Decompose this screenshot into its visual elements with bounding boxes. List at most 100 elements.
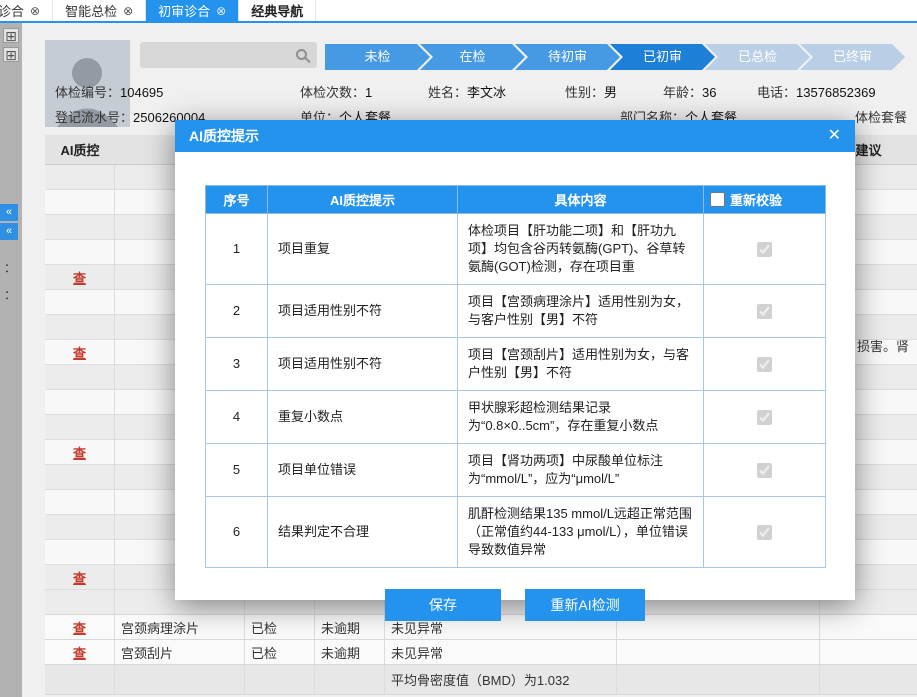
- ai-qc-table: 序号 AI质控提示 具体内容 重新校验 1 项目重复 体检项目【肝功能二项】和【…: [205, 185, 826, 568]
- tab-bar: 诊合 ⊗ 智能总检 ⊗ 初审诊合 ⊗ 经典导航: [0, 0, 917, 23]
- ai-qc-view-icon[interactable]: 查: [73, 568, 86, 587]
- clipped-label-colon: ：: [4, 261, 17, 275]
- exam-number: 104695: [120, 85, 164, 100]
- recheck-checkbox[interactable]: [757, 410, 772, 426]
- tab-label: 诊合: [0, 4, 25, 19]
- ai-qc-cell: [45, 165, 115, 189]
- qc-row: 1 项目重复 体检项目【肝功能二项】和【肝功九项】均包含谷丙转氨酶(GPT)、谷…: [205, 213, 826, 285]
- ai-qc-view-icon[interactable]: 查: [73, 343, 86, 362]
- ai-qc-dialog: AI质控提示 ✕ 序号 AI质控提示 具体内容 重新校验 1 项目重复 体检项目…: [175, 120, 855, 621]
- recheck-checkbox[interactable]: [757, 463, 772, 479]
- workflow-step-pending-first-review: 待初审: [515, 44, 620, 70]
- suggestion-text-fragment: 损害。肾: [857, 339, 910, 354]
- qc-row-detail: 项目【宫颈刮片】适用性别为女，与客户性别【男】不符: [457, 337, 704, 391]
- field-label: 性别：: [565, 85, 605, 100]
- dialog-footer: 保存 重新AI检测: [205, 589, 825, 621]
- qc-row: 4 重复小数点 甲状腺彩超检测结果记录为“0.8×0..5cm”，存在重复小数点: [205, 390, 826, 444]
- app-window: 诊合 ⊗ 智能总检 ⊗ 初审诊合 ⊗ 经典导航 ⊞ ⊞ « « ： ： 未检 在…: [0, 0, 917, 697]
- ai-qc-view-icon[interactable]: 查: [73, 618, 86, 637]
- col-header-tip: AI质控提示: [267, 185, 458, 214]
- field-label: 电话：: [757, 85, 797, 100]
- collapse-left-button[interactable]: «: [0, 223, 18, 240]
- item-status: 已检: [245, 640, 315, 664]
- ai-qc-view-icon[interactable]: 查: [73, 643, 86, 662]
- clipped-label-colon: ：: [4, 288, 17, 302]
- ai-qc-cell: 查: [45, 565, 115, 589]
- qc-row-tip: 项目适用性别不符: [267, 284, 458, 338]
- tab-zhineng-zongjian[interactable]: 智能总检 ⊗: [53, 0, 147, 21]
- save-button[interactable]: 保存: [385, 589, 501, 621]
- ai-qc-view-icon[interactable]: 查: [73, 268, 86, 287]
- ai-qc-cell: [45, 365, 115, 389]
- qc-row-tip: 重复小数点: [267, 390, 458, 444]
- panel-grid-icon[interactable]: ⊞: [3, 47, 19, 62]
- ai-qc-cell: [45, 415, 115, 439]
- field-label: 体检套餐: [855, 110, 908, 125]
- patient-info-row-1: 体检编号：104695 体检次数：1 姓名：李文冰 性别：男 年龄：36 电话：…: [0, 82, 917, 100]
- field-label: 姓名：: [428, 85, 468, 100]
- qc-row-index: 2: [205, 284, 268, 338]
- ai-qc-cell: 查: [45, 265, 115, 289]
- ai-qc-cell: [45, 290, 115, 314]
- qc-row-index: 4: [205, 390, 268, 444]
- panel-grid-icon[interactable]: ⊞: [3, 28, 19, 43]
- workflow-step-final-reviewed: 已终审: [800, 44, 905, 70]
- dialog-body: 序号 AI质控提示 具体内容 重新校验 1 项目重复 体检项目【肝功能二项】和【…: [175, 152, 855, 621]
- recheck-checkbox[interactable]: [757, 525, 772, 541]
- exam-count: 1: [365, 85, 373, 100]
- ai-qc-cell: [45, 215, 115, 239]
- ai-qc-cell: [45, 190, 115, 214]
- recheck-all-checkbox[interactable]: [710, 191, 725, 207]
- search-input[interactable]: [140, 42, 317, 68]
- tab-jingdian-daohang[interactable]: 经典导航: [239, 0, 317, 21]
- recheck-checkbox[interactable]: [757, 242, 772, 258]
- ai-qc-cell: 查: [45, 340, 115, 364]
- qc-row-detail: 项目【宫颈病理涂片】适用性别为女，与客户性别【男】不符: [457, 284, 704, 338]
- recheck-checkbox[interactable]: [757, 304, 772, 320]
- column-header-ai-qc: AI质控: [60, 143, 100, 158]
- workflow-step-first-reviewed: 已初审: [610, 44, 715, 70]
- col-header-index: 序号: [205, 185, 268, 214]
- qc-row-index: 3: [205, 337, 268, 391]
- search-icon[interactable]: [296, 49, 307, 60]
- qc-row: 6 结果判定不合理 肌酐检测结果135 mmol/L远超正常范围（正常值约44-…: [205, 496, 826, 568]
- qc-row-index: 6: [205, 496, 268, 568]
- qc-row-tip: 项目重复: [267, 213, 458, 285]
- item-result: 平均骨密度值（BMD）为1.032: [385, 665, 617, 694]
- ai-qc-view-icon[interactable]: 查: [73, 443, 86, 462]
- recheck-checkbox[interactable]: [757, 357, 772, 373]
- qc-row-tip: 结果判定不合理: [267, 496, 458, 568]
- tab-chushen-zhenhe[interactable]: 初审诊合 ⊗: [146, 0, 240, 21]
- qc-row-tip: 项目适用性别不符: [267, 337, 458, 391]
- qc-row-detail: 肌酐检测结果135 mmol/L远超正常范围（正常值约44-133 μmol/L…: [457, 496, 704, 568]
- patient-gender: 男: [604, 85, 618, 100]
- table-row-bmd: 平均骨密度值（BMD）为1.032: [45, 665, 917, 695]
- workflow-step-unchecked: 未检: [325, 44, 430, 70]
- qc-row-detail: 体检项目【肝功能二项】和【肝功九项】均包含谷丙转氨酶(GPT)、谷草转氨酶(GO…: [457, 213, 704, 285]
- field-label: 年龄：: [663, 85, 703, 100]
- qc-table-header-row: 序号 AI质控提示 具体内容 重新校验: [205, 185, 826, 214]
- re-ai-check-button[interactable]: 重新AI检测: [525, 589, 645, 621]
- close-icon[interactable]: ✕: [828, 128, 841, 144]
- patient-phone: 13576852369: [796, 85, 876, 100]
- qc-row-detail: 项目【肾功两项】中尿酸单位标注为“mmol/L”，应为“μmol/L”: [457, 443, 704, 497]
- qc-row-index: 1: [205, 213, 268, 285]
- ai-qc-cell: 查: [45, 440, 115, 464]
- tab-close-icon[interactable]: ⊗: [30, 4, 40, 18]
- table-row-cervical-scrape[interactable]: 查 宫颈刮片 已检 未逾期 未见异常: [45, 640, 917, 665]
- col-header-recheck: 重新校验: [730, 192, 783, 208]
- collapse-left-button[interactable]: «: [0, 204, 18, 221]
- field-label: 登记流水号：: [55, 110, 134, 125]
- workflow-step-final-checked: 已总检: [705, 44, 810, 70]
- patient-age: 36: [702, 85, 717, 100]
- field-label: 体检次数：: [300, 85, 366, 100]
- tab-close-icon[interactable]: ⊗: [216, 4, 226, 18]
- item-due: 未逾期: [315, 640, 385, 664]
- ai-qc-cell: [45, 240, 115, 264]
- ai-qc-cell: [45, 315, 115, 339]
- tab-close-icon[interactable]: ⊗: [123, 4, 133, 18]
- qc-row-detail: 甲状腺彩超检测结果记录为“0.8×0..5cm”，存在重复小数点: [457, 390, 704, 444]
- qc-row: 5 项目单位错误 项目【肾功两项】中尿酸单位标注为“mmol/L”，应为“μmo…: [205, 443, 826, 497]
- tab-zhenhe[interactable]: 诊合 ⊗: [0, 0, 54, 21]
- ai-qc-cell: [45, 515, 115, 539]
